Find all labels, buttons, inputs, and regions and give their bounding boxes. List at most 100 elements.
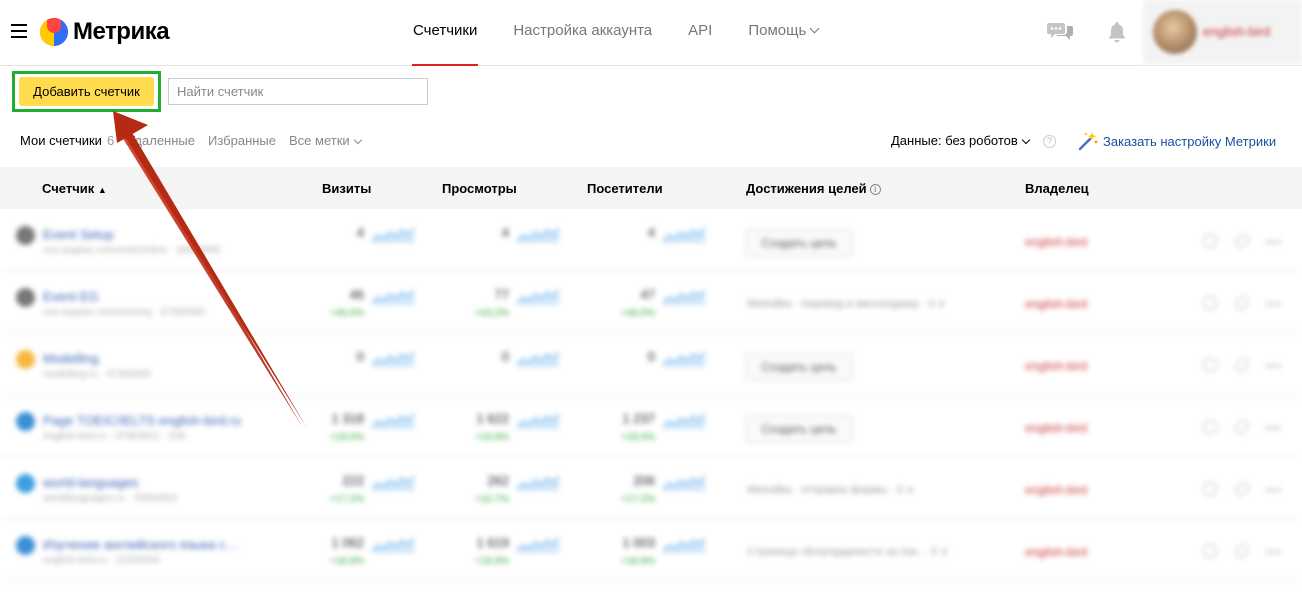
visitors-delta: +46.0% (620, 308, 655, 319)
visitors-value: 206 (633, 473, 655, 488)
more-icon[interactable] (1265, 488, 1281, 492)
create-goal-button[interactable]: Создать цель (745, 415, 853, 443)
menu-icon[interactable] (11, 24, 27, 38)
counter-name-link[interactable]: Event Setup (43, 227, 114, 242)
profile-name: english-bird (1203, 24, 1271, 39)
bell-icon[interactable] (1104, 20, 1130, 44)
add-counter-button[interactable]: Добавить счетчик (19, 77, 154, 106)
chat-icon[interactable] (1047, 20, 1073, 44)
nav-account-settings[interactable]: Настройка аккаунта (495, 0, 670, 66)
link-icon[interactable] (1233, 232, 1251, 250)
sparkline-chart (517, 351, 559, 367)
nav-counters[interactable]: Счетчики (395, 0, 495, 66)
tab-deleted[interactable]: Удаленные (127, 133, 195, 148)
table-row[interactable]: Page TOEIC/IELTS english-bird.ru english-… (0, 395, 1302, 457)
counter-name-link[interactable]: Page TOEIC/IELTS english-bird.ru (43, 413, 241, 428)
star-icon[interactable] (1203, 544, 1217, 558)
sparkline-chart (517, 413, 559, 429)
help-icon[interactable]: ? (1043, 135, 1056, 148)
sparkline-chart (372, 475, 414, 491)
col-views[interactable]: Просмотры (442, 181, 517, 196)
counter-tabs: Мои счетчики 6 Удаленные Избранные Все ме… (20, 133, 374, 148)
search-counter-input[interactable] (168, 78, 428, 105)
link-icon[interactable] (1233, 542, 1251, 560)
main-nav: Счетчики Настройка аккаунта API Помощь (395, 0, 836, 66)
owner-name: english-bird (1025, 421, 1088, 435)
table-row[interactable]: Event Setup сoo.яндекс.ru/events/online ·… (0, 209, 1302, 271)
col-visitors[interactable]: Посетители (587, 181, 663, 196)
link-icon[interactable] (1233, 356, 1251, 374)
metrika-logo-icon (40, 18, 68, 46)
visits-delta: +18.0% (329, 432, 364, 443)
star-icon[interactable] (1203, 358, 1217, 372)
sparkline-chart (372, 227, 414, 243)
visitors-delta: +18.9% (620, 556, 655, 567)
link-icon[interactable] (1233, 480, 1251, 498)
counter-favicon-icon (16, 412, 35, 431)
data-filter-select[interactable]: Данные: без роботов (891, 133, 1031, 148)
nav-api[interactable]: API (670, 0, 730, 66)
star-icon[interactable] (1203, 420, 1217, 434)
owner-name: english-bird (1025, 359, 1088, 373)
visitors-value: 1 237 (622, 411, 655, 426)
views-delta: +43.2% (474, 308, 509, 319)
counter-name-link[interactable]: world-languages (43, 475, 138, 490)
table-row[interactable]: world-languages worldlanguages.ru · 25504… (0, 457, 1302, 519)
views-value: 77 (494, 287, 509, 302)
goal-summary[interactable]: Страница «Благодарности за пок… 0 ∨ (747, 545, 948, 558)
star-icon[interactable] (1203, 296, 1217, 310)
more-icon[interactable] (1265, 364, 1281, 368)
sparkline-chart (372, 413, 414, 429)
sparkline-chart (663, 537, 705, 553)
chevron-down-icon (1021, 135, 1031, 145)
counter-site-info: english-bird.ru · 37952821 · 518 (43, 431, 186, 442)
views-value: 4 (501, 225, 509, 240)
tab-count: 6 (106, 133, 115, 148)
create-goal-button[interactable]: Создать цель (745, 229, 853, 257)
link-icon[interactable] (1233, 294, 1251, 312)
tab-all-labels[interactable]: Все метки (289, 133, 362, 148)
visits-value: 46 (349, 287, 364, 302)
metrika-logo[interactable]: Метрика (40, 18, 170, 46)
star-icon[interactable] (1203, 482, 1217, 496)
table-row[interactable]: Event EG сoo.яндекс.ru/events/eg · 576906… (0, 271, 1302, 333)
counter-name-link[interactable]: Изучение английского языка с… (43, 537, 238, 552)
more-icon[interactable] (1265, 550, 1281, 554)
views-value: 262 (487, 473, 509, 488)
profile-menu[interactable]: english-bird (1143, 0, 1302, 64)
sparkline-chart (372, 289, 414, 305)
col-goals[interactable]: Достижения целей i (746, 181, 881, 196)
sort-indicator: ▲ (97, 185, 107, 195)
avatar (1153, 10, 1197, 54)
more-icon[interactable] (1265, 240, 1281, 244)
more-icon[interactable] (1265, 426, 1281, 430)
counter-site-info: modelling.ru · 47365493 (43, 369, 151, 380)
owner-name: english-bird (1025, 297, 1088, 311)
goal-summary[interactable]: Metodika · отправка формы · 0 ∨ (747, 483, 914, 496)
views-value: 1 619 (476, 535, 509, 550)
table-header: Счетчик ▲ Визиты Просмотры Посетители До… (0, 167, 1302, 209)
counter-name-link[interactable]: Modelling (43, 351, 99, 366)
col-visits[interactable]: Визиты (322, 181, 371, 196)
order-setup-link[interactable]: Заказать настройку Метрики (1077, 131, 1276, 151)
tab-my-counters[interactable]: Мои счетчики 6 (20, 133, 114, 148)
visits-value: 222 (342, 473, 364, 488)
sparkline-chart (517, 289, 559, 305)
nav-help[interactable]: Помощь (730, 0, 836, 66)
table-row[interactable]: Modelling modelling.ru · 47365493 0 0 0 Созда… (0, 333, 1302, 395)
create-goal-button[interactable]: Создать цель (745, 353, 853, 381)
col-counter[interactable]: Счетчик ▲ (42, 181, 107, 196)
more-icon[interactable] (1265, 302, 1281, 306)
views-value: 0 (501, 349, 509, 364)
visits-value: 1 062 (331, 535, 364, 550)
goal-summary[interactable]: Metodika · перевод в мессенджер · 0 ∨ (747, 297, 946, 310)
star-icon[interactable] (1203, 234, 1217, 248)
link-icon[interactable] (1233, 418, 1251, 436)
sparkline-chart (663, 227, 705, 243)
counter-favicon-icon (16, 536, 35, 555)
counter-name-link[interactable]: Event EG (43, 289, 99, 304)
tab-favorites[interactable]: Избранные (208, 133, 276, 148)
table-row[interactable]: Изучение английского языка с… english-bir… (0, 519, 1302, 581)
counter-favicon-icon (16, 226, 35, 245)
info-icon[interactable]: i (869, 184, 881, 195)
